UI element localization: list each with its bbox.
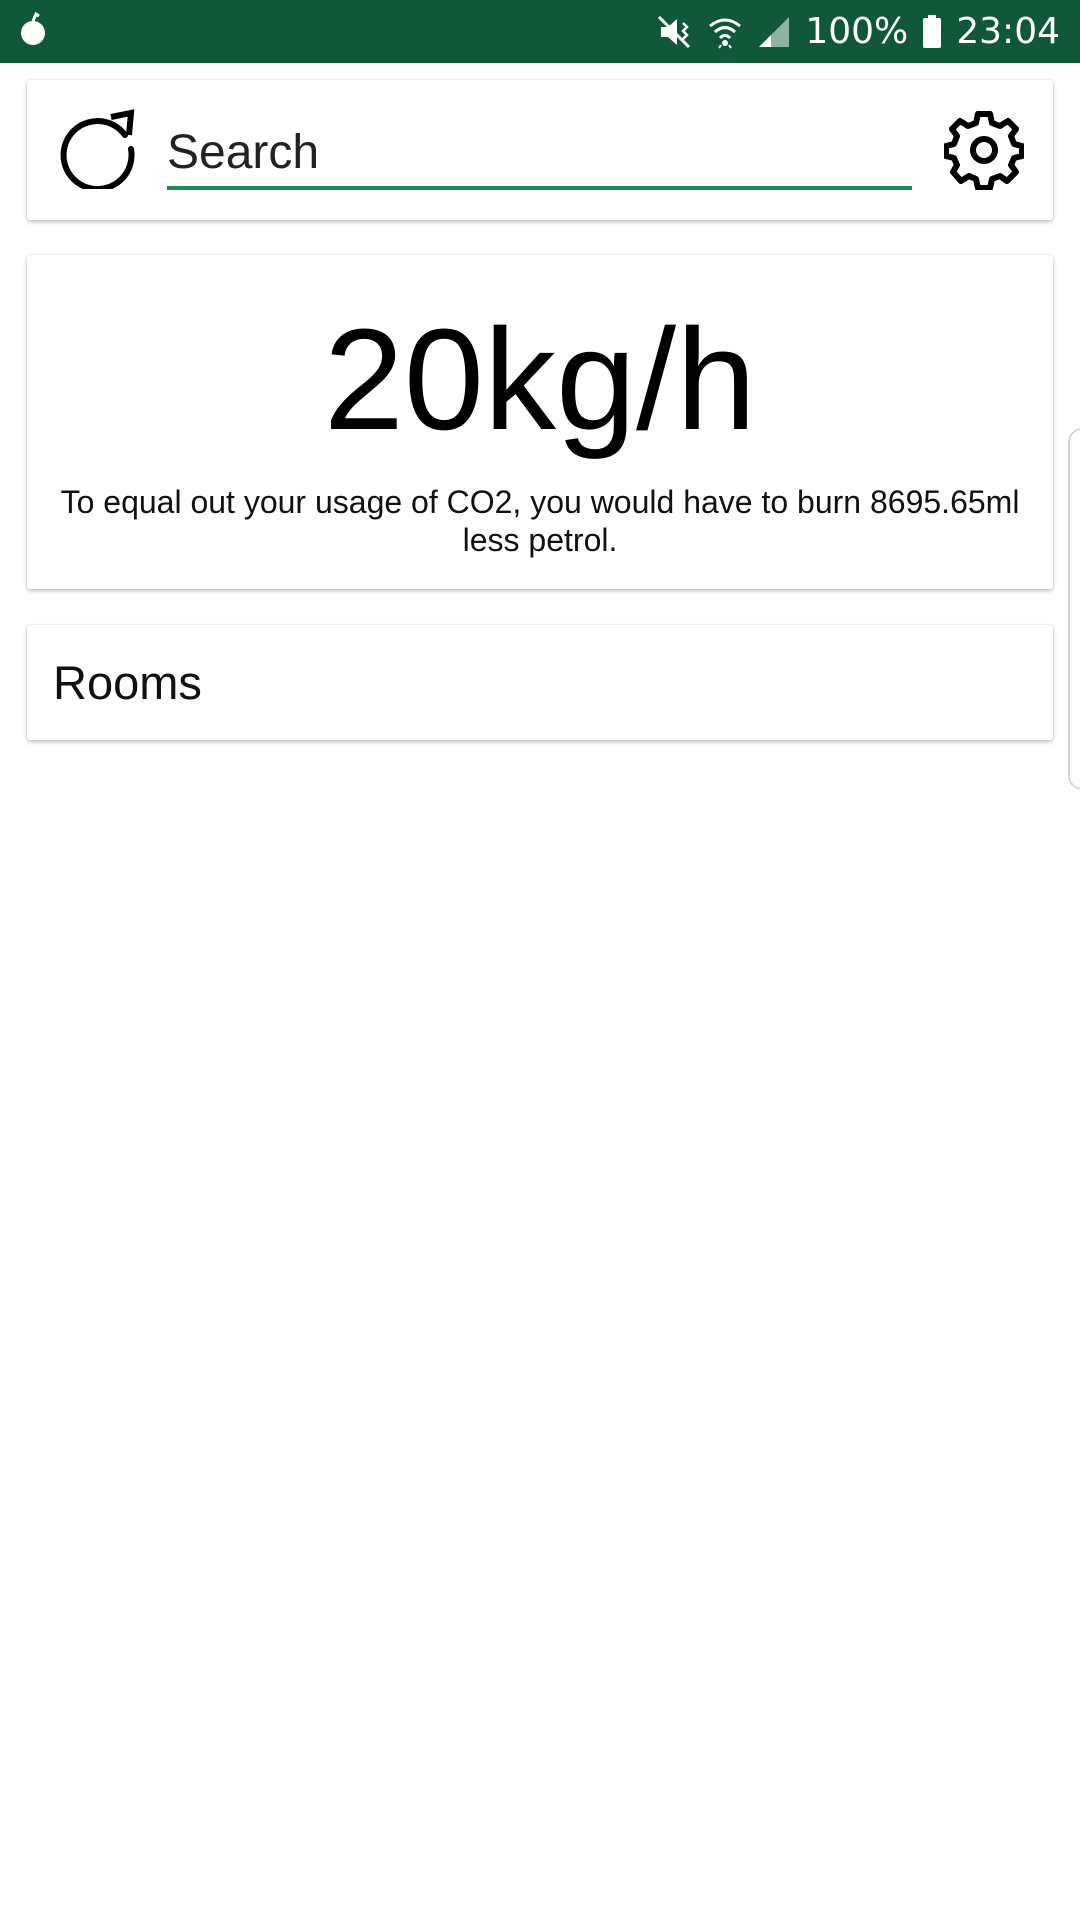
refresh-icon bbox=[55, 105, 139, 194]
edge-panel-handle[interactable] bbox=[1068, 428, 1080, 790]
refresh-button[interactable] bbox=[52, 104, 142, 194]
gear-icon bbox=[943, 110, 1025, 195]
status-bar: 100% 23:04 bbox=[0, 0, 1080, 63]
clock: 23:04 bbox=[956, 11, 1060, 52]
co2-rate-value: 20kg/h bbox=[323, 299, 757, 460]
rooms-title: Rooms bbox=[53, 656, 202, 709]
status-bar-right: 100% 23:04 bbox=[655, 11, 1060, 52]
status-bar-left bbox=[18, 11, 48, 51]
battery-percent: 100% bbox=[805, 11, 909, 52]
battery-icon bbox=[922, 14, 942, 49]
search-input[interactable] bbox=[167, 118, 912, 190]
co2-equivalent-description: To equal out your usage of CO2, you woul… bbox=[60, 484, 1020, 558]
settings-button[interactable] bbox=[940, 108, 1028, 196]
signal-icon bbox=[757, 15, 791, 49]
notification-icon bbox=[18, 11, 48, 51]
mute-icon bbox=[655, 13, 693, 51]
wifi-icon bbox=[707, 14, 743, 50]
